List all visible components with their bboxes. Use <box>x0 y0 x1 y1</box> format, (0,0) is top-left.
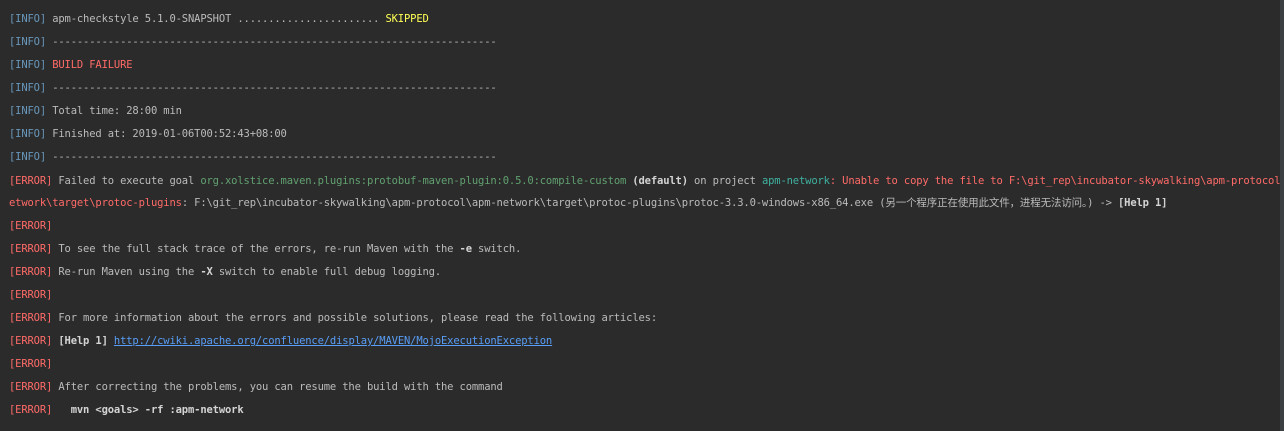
info-tag: [INFO] <box>9 151 47 163</box>
help-link[interactable]: http://cwiki.apache.org/confluence/displ… <box>114 335 552 347</box>
info-tag: [INFO] <box>9 59 47 71</box>
log-line: [INFO] ---------------------------------… <box>9 151 497 163</box>
log-line: etwork\target\protoc-plugins: F:\git_rep… <box>9 197 1168 209</box>
info-tag: [INFO] <box>9 36 47 48</box>
log-line: [ERROR] Failed to execute goal org.xolst… <box>9 175 1284 187</box>
console-output-panel[interactable]: [INFO] apm-checkstyle 5.1.0-SNAPSHOT ...… <box>0 0 1284 431</box>
log-line: [ERROR] [Help 1] http://cwiki.apache.org… <box>9 335 553 347</box>
log-line: [INFO] ---------------------------------… <box>9 36 497 48</box>
project-name: apm-network <box>761 175 830 187</box>
log-line: [ERROR] After correcting the problems, y… <box>9 381 503 393</box>
info-tag: [INFO] <box>9 105 47 117</box>
error-tag: [ERROR] <box>9 266 53 278</box>
error-tag: [ERROR] <box>9 335 53 347</box>
error-tag: [ERROR] <box>9 289 53 301</box>
error-tag: [ERROR] <box>9 404 53 416</box>
log-line: [ERROR] <box>9 217 52 235</box>
resume-command: mvn <goals> -rf :apm-network <box>52 404 244 416</box>
log-line: [INFO] Total time: 28:00 min <box>9 102 182 120</box>
skipped-status: SKIPPED <box>385 13 429 25</box>
log-line: [INFO] BUILD FAILURE <box>9 56 133 74</box>
error-tag: [ERROR] <box>9 358 53 370</box>
error-tag: [ERROR] <box>9 243 53 255</box>
log-line: [INFO] apm-checkstyle 5.1.0-SNAPSHOT ...… <box>9 13 429 25</box>
log-line: [ERROR] To see the full stack trace of t… <box>9 243 522 255</box>
log-line: [INFO] ---------------------------------… <box>9 82 497 94</box>
total-time: Total time: 28:00 min <box>46 105 182 117</box>
info-tag: [INFO] <box>9 128 47 140</box>
log-line: [ERROR] Re-run Maven using the -X switch… <box>9 266 442 278</box>
finished-at: Finished at: 2019-01-06T00:52:43+08:00 <box>46 128 287 140</box>
info-tag: [INFO] <box>9 13 47 25</box>
log-line: [ERROR] <box>9 355 52 373</box>
log-line: [ERROR] For more information about the e… <box>9 312 658 324</box>
build-failure-text: BUILD FAILURE <box>46 59 133 71</box>
error-tag: [ERROR] <box>9 312 53 324</box>
log-line: [INFO] Finished at: 2019-01-06T00:52:43+… <box>9 125 287 143</box>
log-line: [ERROR] mvn <goals> -rf :apm-network <box>9 401 244 419</box>
info-tag: [INFO] <box>9 82 47 94</box>
plugin-goal: org.xolstice.maven.plugins:protobuf-mave… <box>200 175 627 187</box>
error-tag: [ERROR] <box>9 381 53 393</box>
error-tag: [ERROR] <box>9 220 53 232</box>
log-line: [ERROR] <box>9 286 52 304</box>
error-tag: [ERROR] <box>9 175 53 187</box>
